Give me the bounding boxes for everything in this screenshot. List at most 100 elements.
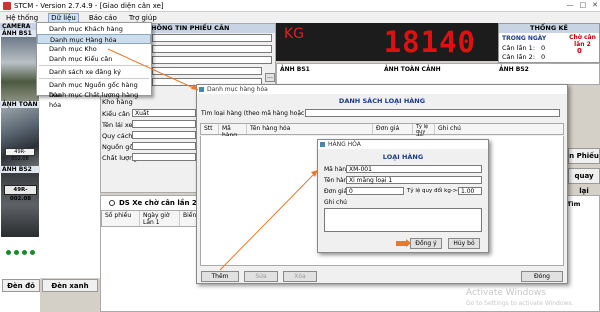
ticket-input-3[interactable] [152, 56, 272, 64]
chat-luong-input[interactable] [132, 153, 196, 161]
camera-toan-canh-image: 49R-002.08 [1, 108, 39, 166]
weight-unit: KG [284, 26, 305, 42]
ten-lai-xe-input[interactable] [132, 120, 196, 128]
close-button[interactable]: ✕ [592, 1, 598, 9]
col-ten-hang: Tên hàng hóa [247, 124, 373, 134]
activate-windows-subtitle: Go to Settings to activate Windows. [466, 300, 574, 307]
photo-bs1-label: ẢNH BS1 [280, 66, 310, 73]
ghi-chu-textarea[interactable] [324, 208, 482, 232]
quay-lai-button[interactable]: quay lại [568, 168, 600, 195]
col-stt: Stt [201, 124, 219, 134]
window-icon [199, 87, 204, 92]
stats-can-lan1-value: 0 [541, 44, 546, 52]
menu-separator [39, 65, 149, 66]
close-dialog-button[interactable]: Đóng [521, 271, 563, 282]
search-input[interactable] [305, 109, 560, 117]
ghi-chu-label: Ghi chú [324, 199, 347, 206]
search-column-label: Tìm [567, 200, 581, 208]
product-edit-dialog: HÀNG HÓA LOẠI HÀNG Mã hàng XM-001 Tên hà… [317, 139, 489, 253]
ten-hang-input[interactable]: Xi măng loại 1 [346, 176, 482, 184]
ticket-input-1[interactable] [152, 34, 272, 42]
dialog2-title: HÀNG HÓA [328, 141, 361, 148]
kieu-can-select[interactable]: Xuất [132, 109, 196, 117]
phieu-button[interactable]: n Phiếu [568, 148, 600, 164]
waiting-list-header: Số phiếu Ngày giờ Lần 1 Biển [101, 210, 201, 227]
menu-he-thong[interactable]: Hệ thống [4, 14, 40, 22]
col-ghi-chu: Ghi chú [438, 125, 461, 132]
activate-windows-title: Activate Windows [466, 288, 546, 298]
col-don-gia: Đơn giá [373, 124, 413, 134]
menu-tro-giup[interactable]: Trợ giúp [127, 14, 159, 22]
camera-toan-canh-label: ẢNH TOÀN CẢNH [0, 101, 40, 115]
menu-item-kieu-can[interactable]: Danh mục Kiểu cân [37, 54, 151, 64]
label-ten-lai-xe: Tên lái xe [102, 121, 133, 129]
agree-button[interactable]: Đồng ý [410, 238, 442, 249]
light-icon [6, 250, 11, 255]
ty-le-input[interactable]: 1.00 [458, 187, 482, 195]
photo-toan-canh-label: ẢNH TOÀN CẢNH [384, 66, 441, 73]
stats-can-lan2-value: 0 [541, 53, 546, 61]
traffic-lights [0, 237, 40, 273]
quy-cach-input[interactable] [132, 131, 196, 139]
green-light-button[interactable]: Đèn xanh [42, 279, 98, 292]
camera-bs2-image: 49R-002.08 [1, 173, 39, 237]
camera-bs1-image [1, 37, 39, 101]
camera-header: CAMERA [0, 23, 40, 30]
dialog2-header: LOẠI HÀNG [382, 153, 424, 161]
delete-button[interactable]: Xóa [283, 271, 317, 282]
camera-column: CAMERA ẢNH BS1 ẢNH TOÀN CẢNH 49R-002.08 … [0, 23, 40, 312]
stats-can-lan2-label: Cân lần 2: [502, 53, 536, 61]
title-bar: STCM - Version 2.7.4.9 - [Giao diện cân … [0, 0, 600, 12]
ma-hang-input[interactable]: XM-001 [346, 165, 482, 173]
dialog2-titlebar: HÀNG HÓA [318, 140, 488, 149]
plate-image-1: 49R-002.08 [5, 148, 35, 162]
menu-du-lieu[interactable]: Dữ liệu [48, 12, 79, 23]
menu-item-hang-hoa[interactable]: Danh mục Hàng hóa [37, 34, 151, 44]
menu-item-xe-dang-ky[interactable]: Danh sách xe đăng ký [37, 67, 151, 77]
dialog1-title: Danh mục hàng hóa [207, 86, 268, 93]
don-gia-label: Đơn giá [324, 188, 348, 195]
du-lieu-dropdown: Danh mục Khách hàng Danh mục Hàng hóa Da… [36, 22, 152, 109]
stats-cho-can-label: Chờ cân lần 2 [569, 34, 596, 48]
col-ty-le: Tỷ lệ quy đổi [413, 124, 435, 140]
ticket-input-2[interactable] [152, 45, 272, 53]
menu-separator [39, 78, 149, 79]
dialog1-header: DANH SÁCH LOẠI HÀNG [338, 97, 426, 105]
arrow-head-icon [406, 239, 411, 247]
stats-header: THỐNG KÊ [499, 24, 599, 33]
ticket-input-4[interactable] [152, 67, 262, 75]
weight-value: 18140 [383, 25, 476, 59]
menu-item-kho[interactable]: Danh mục Kho [37, 44, 151, 54]
menu-bao-cao[interactable]: Báo cáo [87, 14, 119, 22]
photo-strip: ẢNH BS1 ẢNH TOÀN CẢNH ẢNH BS2 [276, 63, 600, 85]
waiting-list-title: DS Xe chờ cân lần 2 [119, 199, 197, 207]
maximize-button[interactable]: □ [580, 1, 587, 9]
col-ngay-gio: Ngày giờ Lần 1 [140, 211, 180, 226]
label-quy-cach: Quy cách [102, 132, 133, 140]
red-light-button[interactable]: Đèn đỏ [2, 279, 40, 292]
stats-can-lan1-label: Cân lần 1: [502, 44, 536, 52]
light-icon [30, 250, 35, 255]
cancel-button[interactable]: Hủy bỏ [448, 238, 480, 249]
minimize-button[interactable]: — [567, 1, 574, 9]
col-ma-hang: Mã hàng [219, 124, 247, 139]
stats-trong-ngay: TRONG NGÀY [502, 35, 547, 42]
edit-button[interactable]: Sửa [244, 271, 278, 282]
label-kieu-can: Kiểu cân [102, 110, 130, 118]
stats-panel: THỐNG KÊ TRONG NGÀY Cân lần 1: 0 Cân lần… [498, 23, 600, 63]
product-grid-header: Stt Mã hàng Tên hàng hóa Đơn giá Tỷ lệ q… [200, 123, 564, 140]
col-so-phieu: Số phiếu [102, 211, 140, 226]
add-button[interactable]: Thêm [201, 271, 239, 282]
light-icon [14, 250, 19, 255]
window-title: STCM - Version 2.7.4.9 - [Giao diện cân … [14, 1, 164, 10]
camera-bs2-label: ẢNH BS2 [0, 166, 40, 173]
nguon-goc-input[interactable] [132, 142, 196, 150]
don-gia-input[interactable]: 0 [346, 187, 404, 195]
menu-item-khach-hang[interactable]: Danh mục Khách hàng [37, 24, 151, 34]
camera-bs1-label: ẢNH BS1 [0, 30, 40, 37]
menu-item-chat-luong[interactable]: Danh mục Chất lượng hàng hóa [37, 90, 151, 109]
browse-button[interactable]: ... [265, 73, 275, 82]
light-icon [22, 250, 27, 255]
radio-icon[interactable] [109, 200, 115, 206]
menu-item-nguon-goc[interactable]: Danh mục Nguồn gốc hàng hóa [37, 80, 151, 99]
